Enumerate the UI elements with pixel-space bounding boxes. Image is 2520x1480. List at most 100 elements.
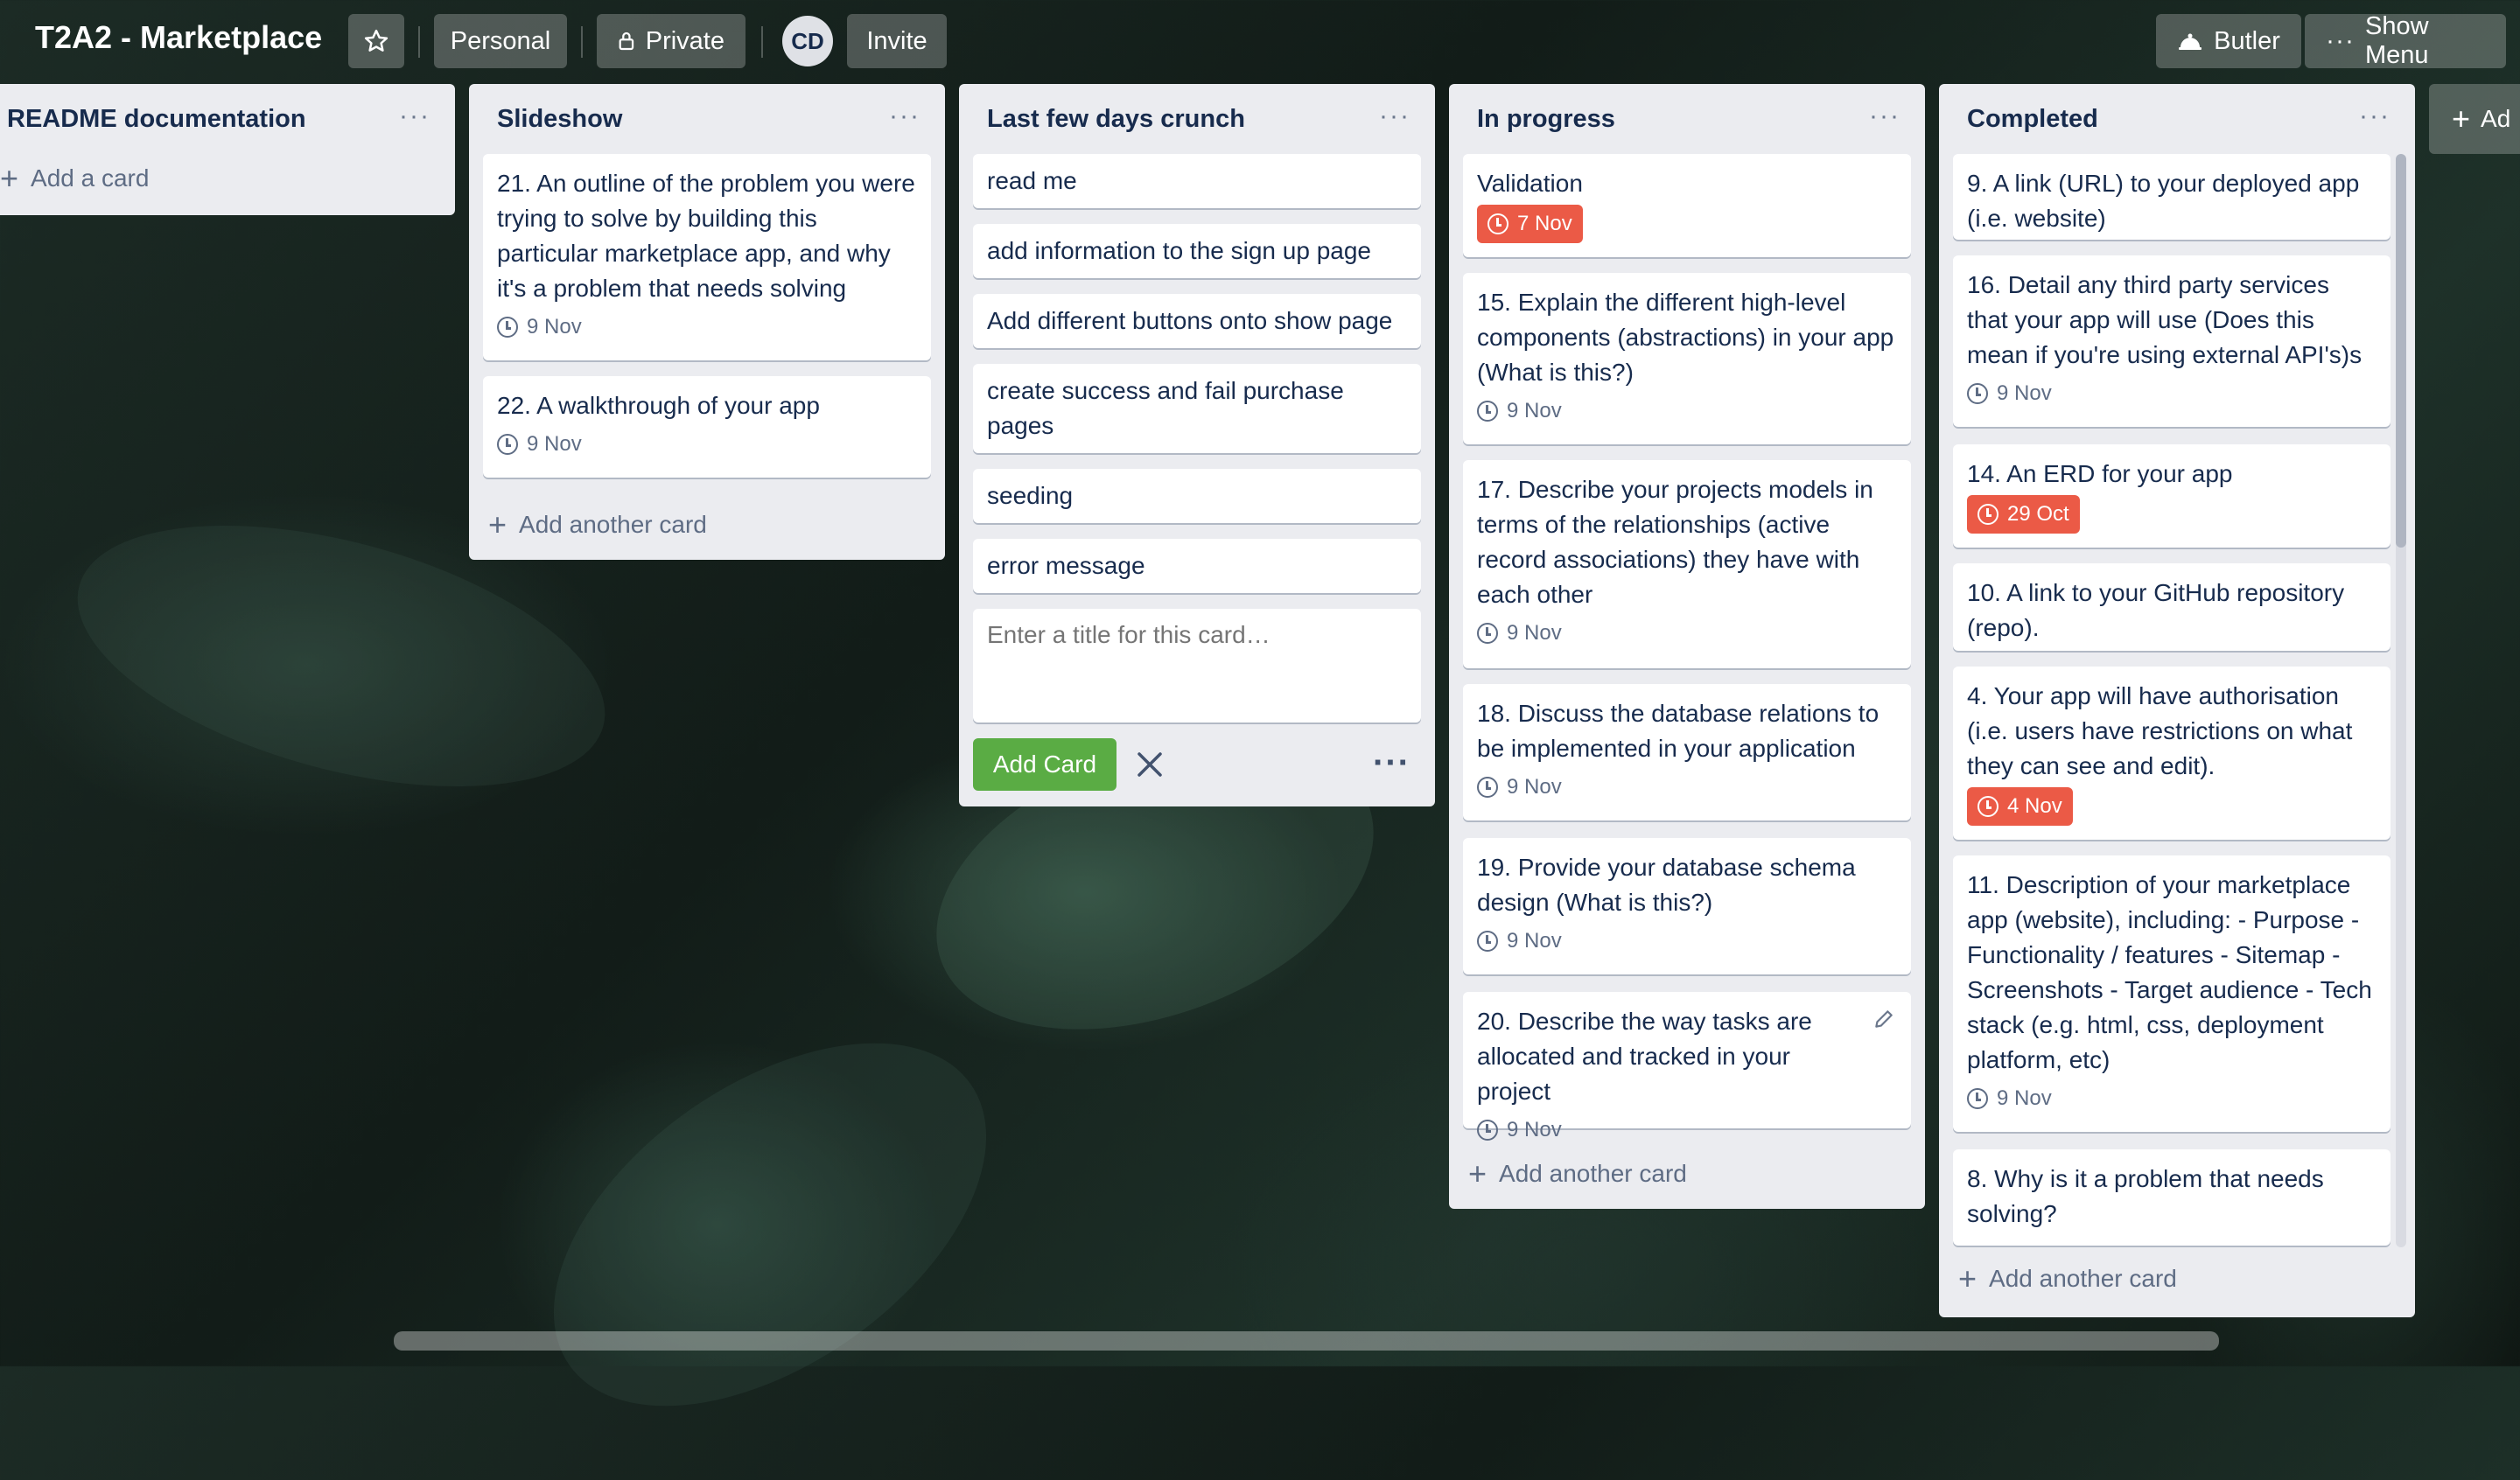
list-scrollbar-thumb[interactable] — [2396, 154, 2406, 548]
card[interactable]: 15. Explain the different high-level com… — [1463, 273, 1911, 444]
show-menu-label: Show Menu — [2364, 12, 2429, 69]
add-card-button[interactable]: + Add another card — [1468, 1155, 1687, 1191]
composer-options-icon[interactable]: ··· — [1373, 745, 1410, 780]
card[interactable]: 20. Describe the way tasks are allocated… — [1463, 992, 1911, 1141]
due-date-badge: 9 Nov — [1967, 376, 2052, 411]
due-date-badge: 9 Nov — [1967, 1081, 2052, 1116]
add-card-submit-button[interactable]: Add Card — [973, 738, 1116, 791]
list-header[interactable]: Slideshow ··· — [469, 84, 945, 154]
due-date: 9 Nov — [527, 315, 582, 339]
card[interactable]: 11. Description of your marketplace app … — [1953, 855, 2390, 1132]
add-card-button[interactable]: + Add another card — [488, 509, 707, 541]
list-menu-icon[interactable]: ··· — [1379, 103, 1410, 129]
clock-icon — [1477, 623, 1498, 644]
add-card-button[interactable]: + Add a card — [0, 160, 150, 196]
card[interactable]: 22. A walkthrough of your app 9 Nov — [483, 376, 931, 478]
list-menu-icon[interactable]: ··· — [2359, 103, 2390, 129]
lock-icon — [619, 31, 634, 51]
list-menu-icon[interactable]: ··· — [399, 103, 430, 129]
card[interactable]: read me — [973, 154, 1421, 208]
due-date: 9 Nov — [1997, 1086, 2052, 1110]
add-card-label: Add a card — [31, 164, 150, 192]
due-date: 7 Nov — [1517, 212, 1572, 235]
card[interactable]: 8. Why is it a problem that needs solvin… — [1953, 1149, 2390, 1246]
clock-icon — [497, 434, 518, 455]
invite-button[interactable]: Invite — [847, 14, 947, 68]
clock-icon — [1967, 1088, 1988, 1109]
due-date: 9 Nov — [1507, 1118, 1562, 1141]
list-menu-icon[interactable]: ··· — [889, 103, 920, 129]
board-scrollbar-thumb[interactable] — [394, 1331, 2219, 1351]
card-title: 21. An outline of the problem you were t… — [497, 170, 915, 302]
add-list-button[interactable]: + Ad — [2429, 84, 2520, 154]
list-title[interactable]: In progress — [1477, 101, 1615, 136]
due-date-badge: 9 Nov — [1477, 770, 1562, 805]
pencil-icon[interactable] — [1872, 1008, 1895, 1030]
card[interactable]: 17. Describe your projects models in ter… — [1463, 460, 1911, 668]
list-header[interactable]: Completed ··· — [1939, 84, 2415, 154]
card[interactable]: 18. Discuss the database relations to be… — [1463, 684, 1911, 820]
avatar[interactable]: CD — [782, 16, 833, 66]
card-title: 22. A walkthrough of your app — [497, 392, 820, 419]
star-icon — [364, 29, 388, 52]
list-readme-documentation: README documentation ··· + Add a card — [0, 84, 455, 215]
card-title: 9. A link (URL) to your deployed app (i.… — [1967, 170, 2360, 232]
card-title: 10. A link to your GitHub repository (re… — [1967, 579, 2345, 641]
card-title: 16. Detail any third party services that… — [1967, 271, 2362, 368]
butler-button[interactable]: Butler — [2156, 14, 2301, 68]
card[interactable]: Add different buttons onto show page — [973, 294, 1421, 348]
add-card-button[interactable]: + Add another card — [1958, 1263, 2177, 1295]
background-leaf — [488, 969, 1052, 1480]
list-last-few-days-crunch: Last few days crunch ··· read me add inf… — [959, 84, 1435, 806]
clock-icon — [1477, 777, 1498, 798]
card[interactable]: 19. Provide your database schema design … — [1463, 838, 1911, 974]
plus-icon: + — [0, 160, 19, 196]
card[interactable]: create success and fail purchase pages — [973, 364, 1421, 453]
card-title-input[interactable] — [973, 609, 1421, 723]
list-header[interactable]: Last few days crunch ··· — [959, 84, 1435, 154]
private-label: Private — [645, 26, 724, 55]
due-date-badge: 9 Nov — [1477, 394, 1562, 429]
butler-icon — [2179, 33, 2202, 50]
card-title: 11. Description of your marketplace app … — [1967, 871, 2372, 1073]
card[interactable]: seeding — [973, 469, 1421, 523]
card-title: 17. Describe your projects models in ter… — [1477, 476, 1873, 608]
clock-icon — [1477, 401, 1498, 422]
card[interactable]: add information to the sign up page — [973, 224, 1421, 278]
clock-icon — [1477, 931, 1498, 952]
card[interactable]: 16. Detail any third party services that… — [1953, 255, 2390, 427]
card[interactable]: error message — [973, 539, 1421, 593]
star-button[interactable] — [348, 14, 404, 68]
board-header: T2A2 - Marketplace Personal Private CD I… — [0, 0, 2520, 84]
card[interactable]: Validation 7 Nov — [1463, 154, 1911, 257]
add-list-label: Ad — [2481, 105, 2511, 132]
list-header[interactable]: README documentation ··· — [0, 84, 455, 154]
card[interactable]: 10. A link to your GitHub repository (re… — [1953, 563, 2390, 651]
card[interactable]: 9. A link (URL) to your deployed app (i.… — [1953, 154, 2390, 240]
clock-icon — [1488, 213, 1508, 234]
list-title[interactable]: README documentation — [7, 101, 306, 136]
show-menu-button[interactable]: ··· Show Menu — [2305, 12, 2506, 69]
card-title: Add different buttons onto show page — [987, 307, 1393, 334]
close-icon[interactable] — [1136, 750, 1164, 778]
clock-icon — [497, 317, 518, 338]
add-card-label: Add another card — [1989, 1265, 2177, 1292]
list-menu-icon[interactable]: ··· — [1869, 103, 1900, 129]
card-title: Validation — [1477, 170, 1583, 197]
list-title[interactable]: Slideshow — [497, 101, 622, 136]
due-date: 9 Nov — [1997, 381, 2052, 405]
personal-button[interactable]: Personal — [434, 14, 567, 68]
list-title[interactable]: Last few days crunch — [987, 101, 1245, 136]
card-title: create success and fail purchase pages — [987, 377, 1344, 439]
card-title: 4. Your app will have authorisation (i.e… — [1967, 682, 2353, 779]
card-title: 14. An ERD for your app — [1967, 460, 2233, 487]
private-button[interactable]: Private — [597, 14, 746, 68]
board-title[interactable]: T2A2 - Marketplace — [35, 19, 322, 56]
plus-icon: + — [1468, 1155, 1488, 1191]
list-title[interactable]: Completed — [1967, 101, 2098, 136]
card[interactable]: 14. An ERD for your app 29 Oct — [1953, 444, 2390, 548]
card[interactable]: 21. An outline of the problem you were t… — [483, 154, 931, 360]
list-in-progress: In progress ··· Validation 7 Nov 15. Exp… — [1449, 84, 1925, 1209]
card[interactable]: 4. Your app will have authorisation (i.e… — [1953, 667, 2390, 840]
list-header[interactable]: In progress ··· — [1449, 84, 1925, 154]
